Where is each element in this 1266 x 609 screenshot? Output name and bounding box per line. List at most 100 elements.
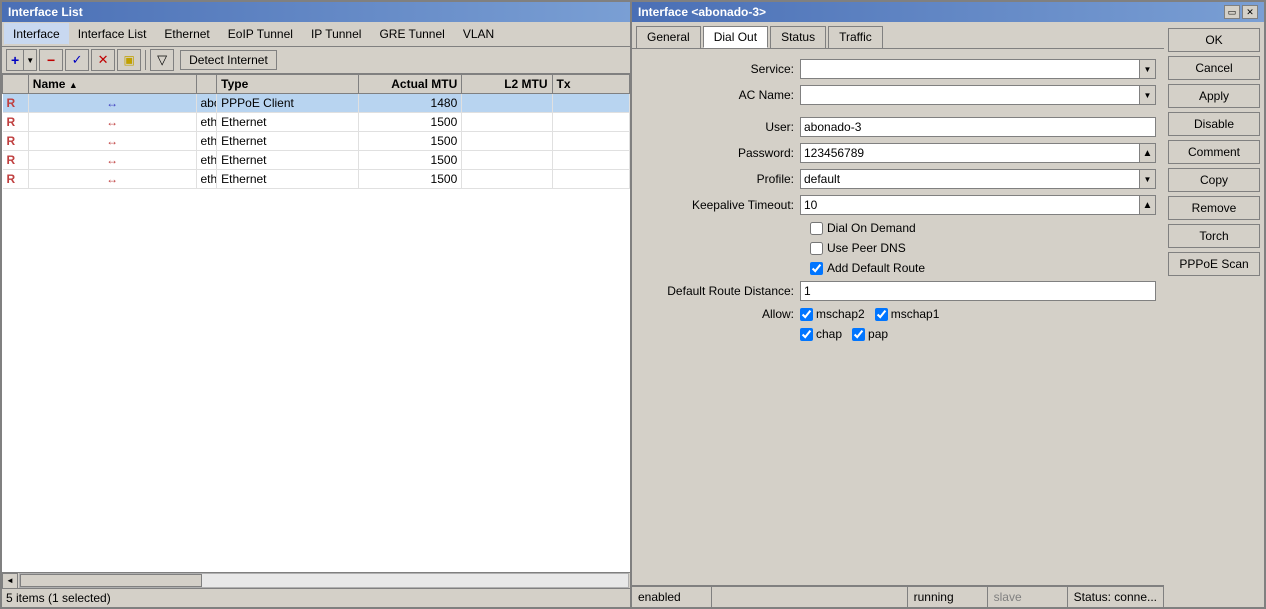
ok-button[interactable]: OK [1168, 28, 1260, 52]
remove-button-right[interactable]: Remove [1168, 196, 1260, 220]
row-status: R [3, 94, 29, 113]
cancel-button-right[interactable]: Cancel [1168, 56, 1260, 80]
col-name-header[interactable]: Name ▲ [28, 75, 196, 94]
eth-icon: ↔ [28, 113, 196, 132]
user-input[interactable] [800, 117, 1156, 137]
scroll-left-arrow[interactable]: ◄ [2, 573, 18, 589]
cancel-button[interactable]: ✕ [91, 49, 115, 71]
row-l2mtu [462, 113, 552, 132]
ac-name-input[interactable] [800, 85, 1140, 105]
menu-vlan[interactable]: VLAN [454, 23, 503, 45]
profile-label: Profile: [640, 172, 800, 186]
pap-item: pap [852, 327, 888, 341]
horizontal-scrollbar[interactable]: ◄ [2, 572, 630, 588]
tab-general[interactable]: General [636, 26, 701, 48]
dial-on-demand-row: Dial On Demand [640, 221, 1156, 235]
interface-table: Name ▲ Type Actual MTU L2 MTU Tx R↔abona… [2, 74, 630, 189]
pppoe-scan-button[interactable]: PPPoE Scan [1168, 252, 1260, 276]
mschap2-checkbox[interactable] [800, 308, 813, 321]
right-panel-body: General Dial Out Status Traffic Service: [632, 22, 1264, 607]
menu-interface[interactable]: Interface [4, 23, 69, 45]
allow-row: Allow: mschap2 mschap1 [640, 307, 1156, 321]
service-dropdown-btn[interactable]: ▼ [1140, 59, 1156, 79]
row-actual-mtu: 1500 [359, 151, 462, 170]
chap-label: chap [816, 327, 842, 341]
profile-input[interactable] [800, 169, 1140, 189]
detect-internet-button[interactable]: Detect Internet [180, 50, 277, 70]
menu-gre-tunnel[interactable]: GRE Tunnel [370, 23, 453, 45]
table-row[interactable]: R↔ether4Ethernet1500 [3, 170, 630, 189]
col-type-header[interactable]: Type [217, 75, 359, 94]
password-input-group: ▲ [800, 143, 1156, 163]
add-default-route-checkbox[interactable] [810, 262, 823, 275]
scroll-track[interactable] [19, 573, 629, 588]
mschap1-item: mschap1 [875, 307, 940, 321]
apply-button[interactable]: ✓ [65, 49, 89, 71]
disable-button[interactable]: Disable [1168, 112, 1260, 136]
close-window-button[interactable]: ✕ [1242, 5, 1258, 19]
keepalive-label: Keepalive Timeout: [640, 198, 800, 212]
row-l2mtu [462, 132, 552, 151]
default-route-distance-row: Default Route Distance: [640, 281, 1156, 301]
scroll-thumb[interactable] [20, 574, 202, 587]
table-row[interactable]: R↔ether1Ethernet1500 [3, 113, 630, 132]
add-icon[interactable]: + [7, 50, 23, 70]
col-l2mtu-header[interactable]: L2 MTU [462, 75, 552, 94]
add-default-route-row: Add Default Route [640, 261, 1156, 275]
torch-button[interactable]: Torch [1168, 224, 1260, 248]
pap-checkbox[interactable] [852, 328, 865, 341]
row-type: Ethernet [217, 132, 359, 151]
interface-table-container: Name ▲ Type Actual MTU L2 MTU Tx R↔abona… [2, 74, 630, 572]
col-tx-header[interactable]: Tx [552, 75, 629, 94]
row-l2mtu [462, 94, 552, 113]
password-toggle-btn[interactable]: ▲ [1140, 143, 1156, 163]
use-peer-dns-checkbox[interactable] [810, 242, 823, 255]
password-input[interactable] [800, 143, 1140, 163]
row-status: R [3, 113, 29, 132]
filter-button[interactable]: ▽ [150, 49, 174, 71]
restore-window-button[interactable]: ▭ [1224, 5, 1240, 19]
add-dropdown-icon[interactable]: ▼ [23, 50, 36, 70]
menu-eoip-tunnel[interactable]: EoIP Tunnel [219, 23, 302, 45]
right-title-text: Interface <abonado-3> [638, 5, 766, 19]
allow-items-2: chap pap [800, 327, 888, 341]
remove-button[interactable]: − [39, 49, 63, 71]
apply-button-right[interactable]: Apply [1168, 84, 1260, 108]
tab-traffic[interactable]: Traffic [828, 26, 883, 48]
row-status: R [3, 170, 29, 189]
keepalive-up-btn[interactable]: ▲ [1140, 195, 1156, 215]
service-input[interactable] [800, 59, 1140, 79]
row-type: Ethernet [217, 170, 359, 189]
chap-checkbox[interactable] [800, 328, 813, 341]
tab-dial-out[interactable]: Dial Out [703, 26, 768, 48]
col-actual-mtu-header[interactable]: Actual MTU [359, 75, 462, 94]
row-type: Ethernet [217, 151, 359, 170]
row-actual-mtu: 1500 [359, 113, 462, 132]
row-actual-mtu: 1500 [359, 132, 462, 151]
keepalive-input[interactable] [800, 195, 1140, 215]
table-row[interactable]: R↔ether3Ethernet1500 [3, 151, 630, 170]
folder-button[interactable]: ▣ [117, 49, 141, 71]
ac-name-dropdown-btn[interactable]: ▼ [1140, 85, 1156, 105]
menu-ethernet[interactable]: Ethernet [155, 23, 218, 45]
mschap1-label: mschap1 [891, 307, 940, 321]
profile-dropdown-btn[interactable]: ▼ [1140, 169, 1156, 189]
mschap1-checkbox[interactable] [875, 308, 888, 321]
menu-interface-list[interactable]: Interface List [69, 23, 156, 45]
table-row[interactable]: R↔ether2Ethernet1500 [3, 132, 630, 151]
row-tx [552, 170, 629, 189]
menu-ip-tunnel[interactable]: IP Tunnel [302, 23, 370, 45]
comment-button[interactable]: Comment [1168, 140, 1260, 164]
row-name: ether2 [196, 132, 217, 151]
mschap2-label: mschap2 [816, 307, 865, 321]
dial-on-demand-checkbox[interactable] [810, 222, 823, 235]
table-row[interactable]: R↔abonado-3PPPoE Client1480 [3, 94, 630, 113]
default-route-distance-input[interactable] [800, 281, 1156, 301]
add-button[interactable]: + ▼ [6, 49, 37, 71]
tab-status[interactable]: Status [770, 26, 826, 48]
profile-row: Profile: ▼ [640, 169, 1156, 189]
row-status: R [3, 132, 29, 151]
items-count: 5 items (1 selected) [6, 591, 111, 605]
copy-button[interactable]: Copy [1168, 168, 1260, 192]
status-conn: Status: conne... [1068, 587, 1164, 607]
